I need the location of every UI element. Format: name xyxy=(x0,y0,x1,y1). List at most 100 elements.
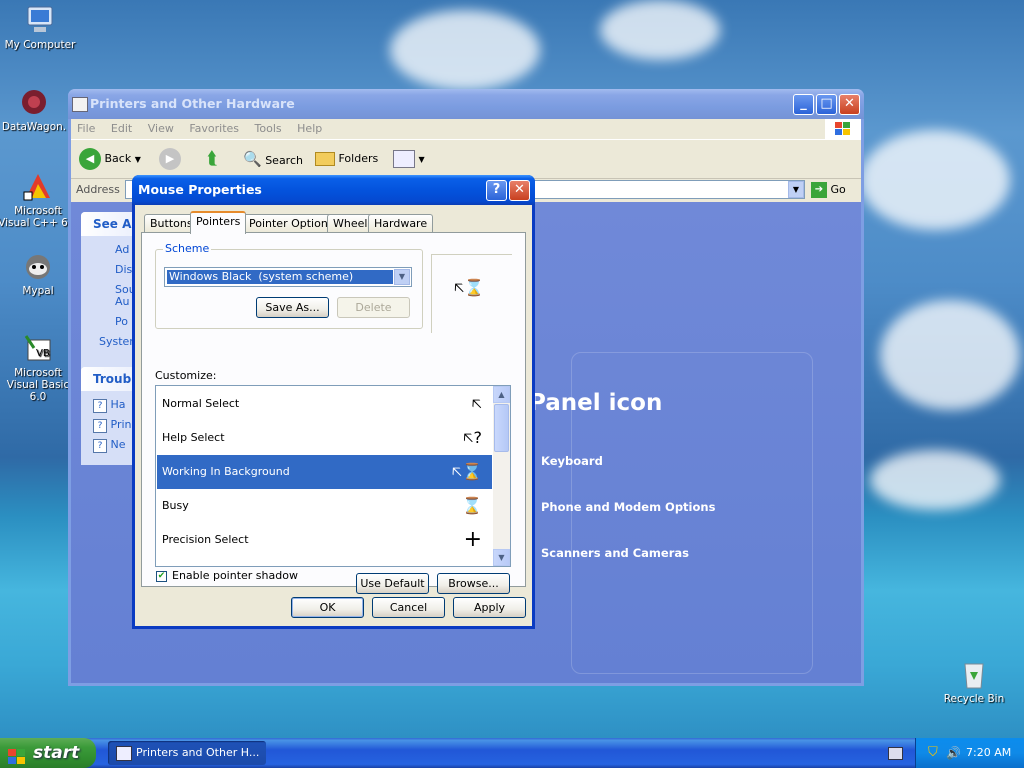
menu-view[interactable]: View xyxy=(142,119,180,135)
dialog-body: Buttons Pointers Pointer Options Wheel H… xyxy=(135,205,532,626)
keyboard-icon[interactable] xyxy=(888,747,903,760)
go-label: Go xyxy=(830,183,846,196)
explorer-titlebar[interactable]: Printers and Other Hardware _ □ ✕ xyxy=(68,89,864,119)
visual-basic-icon: VB xyxy=(22,332,54,364)
back-button[interactable]: ◀ Back ▼ xyxy=(79,148,141,170)
explorer-close-button[interactable]: ✕ xyxy=(839,94,860,115)
chevron-down-icon: ▼ xyxy=(418,155,425,164)
views-grid-icon xyxy=(393,150,415,168)
use-default-button[interactable]: Use Default xyxy=(356,573,429,594)
taskbar: start Printers and Other H... ⛉ 🔊 7:20 A… xyxy=(0,738,1024,768)
desktop-icon-visual-cpp[interactable]: Microsoft Visual C++ 6.0 xyxy=(0,170,78,229)
printer-folder-icon xyxy=(116,746,132,761)
pointer-shadow-checkbox[interactable]: ✔ xyxy=(156,571,167,582)
help-button[interactable]: ? xyxy=(486,180,507,201)
cloud xyxy=(600,0,720,60)
dialog-title: Mouse Properties xyxy=(138,182,262,197)
list-item-precision-select[interactable]: Precision Select + xyxy=(157,523,492,557)
address-label: Address xyxy=(76,183,120,196)
working-pointer-preview-icon: 🡤⌛ xyxy=(454,278,485,297)
svg-text:VB: VB xyxy=(36,348,50,359)
apply-button[interactable]: Apply xyxy=(453,597,526,618)
desktop-icon-datawagon[interactable]: DataWagon. xyxy=(0,86,74,133)
desktop-icon-label: Mypal xyxy=(22,285,54,297)
desktop-icon-visual-basic[interactable]: VB Microsoft Visual Basic 6.0 xyxy=(0,332,78,403)
maximize-button[interactable]: □ xyxy=(816,94,837,115)
scroll-up-button[interactable]: ▲ xyxy=(493,386,510,403)
menu-favorites[interactable]: Favorites xyxy=(183,119,245,135)
views-button[interactable]: ▼ xyxy=(393,148,425,170)
taskbar-button-label: Printers and Other H... xyxy=(136,746,260,759)
volume-icon[interactable]: 🔊 xyxy=(946,738,961,768)
panel-link-keyboard[interactable]: Keyboard xyxy=(541,454,603,468)
search-button[interactable]: 🔍 Search xyxy=(243,148,303,170)
dialog-titlebar[interactable]: Mouse Properties ? ✕ xyxy=(132,175,535,205)
list-item-help-select[interactable]: Help Select 🡤? xyxy=(157,421,492,455)
panel-link-phone-modem[interactable]: Phone and Modem Options xyxy=(541,500,715,514)
go-arrow-icon: ➔ xyxy=(811,182,827,198)
save-as-button[interactable]: Save As... xyxy=(256,297,329,318)
browse-button[interactable]: Browse... xyxy=(437,573,510,594)
start-button[interactable]: start xyxy=(0,738,96,768)
mouse-properties-dialog: Mouse Properties ? ✕ Buttons Pointers Po… xyxy=(132,175,535,629)
menu-tools[interactable]: Tools xyxy=(249,119,288,135)
cloud xyxy=(860,130,1010,230)
tab-pointers[interactable]: Pointers xyxy=(190,211,247,234)
cloud xyxy=(880,300,1020,410)
arrow-pointer-icon: 🡤 xyxy=(471,394,482,413)
working-pointer-icon: 🡤⌛ xyxy=(451,462,482,481)
scheme-label: Scheme xyxy=(163,242,212,255)
go-button[interactable]: ➔ Go xyxy=(811,180,846,200)
tab-hardware[interactable]: Hardware xyxy=(368,214,434,232)
delete-button[interactable]: Delete xyxy=(337,297,410,318)
minimize-button[interactable]: _ xyxy=(793,94,814,115)
security-shield-icon[interactable]: ⛉ xyxy=(928,738,938,768)
hourglass-icon: ⌛ xyxy=(462,496,482,515)
desktop-icon-recycle-bin[interactable]: Recycle Bin xyxy=(934,658,1014,705)
forward-button[interactable]: ▶ xyxy=(159,148,181,170)
menu-help[interactable]: Help xyxy=(291,119,328,135)
list-item-normal-select[interactable]: Normal Select 🡤 xyxy=(157,387,492,421)
desktop-icon-my-computer[interactable]: My Computer xyxy=(0,4,80,51)
menu-file[interactable]: File xyxy=(71,119,101,135)
folders-label: Folders xyxy=(338,152,379,165)
cloud xyxy=(870,450,1000,510)
list-item-busy[interactable]: Busy ⌛ xyxy=(157,489,492,523)
menu-bar: File Edit View Favorites Tools Help xyxy=(71,119,861,140)
tab-wheel[interactable]: Wheel xyxy=(327,214,374,232)
mypal-raccoon-icon xyxy=(22,250,54,282)
desktop-icon-label: Microsoft Visual Basic 6.0 xyxy=(6,367,70,403)
list-item-working-in-background[interactable]: Working In Background 🡤⌛ xyxy=(157,455,492,489)
chevron-down-icon[interactable]: ▼ xyxy=(394,269,410,285)
back-arrow-icon: ◀ xyxy=(79,148,101,170)
clock[interactable]: 7:20 AM xyxy=(966,738,1011,768)
folders-button[interactable]: Folders xyxy=(315,148,378,170)
taskbar-button-printers[interactable]: Printers and Other H... xyxy=(108,741,266,765)
tab-pointer-options[interactable]: Pointer Options xyxy=(243,214,340,232)
windows-logo-icon xyxy=(825,119,861,139)
scheme-group: Scheme Windows Black (system scheme) ▼ S… xyxy=(155,242,423,329)
ok-button[interactable]: OK xyxy=(291,597,364,618)
list-scrollbar[interactable]: ▲ ▼ xyxy=(493,386,510,566)
help-icon: ? xyxy=(93,439,107,453)
cloud xyxy=(390,10,540,90)
scheme-value: Windows Black (system scheme) xyxy=(167,270,393,284)
address-dropdown-button[interactable]: ▼ xyxy=(788,181,804,198)
scroll-thumb[interactable] xyxy=(494,404,509,452)
scroll-down-button[interactable]: ▼ xyxy=(493,549,510,566)
pointer-list[interactable]: Normal Select 🡤 Help Select 🡤? Working I… xyxy=(155,385,511,567)
cancel-button[interactable]: Cancel xyxy=(372,597,445,618)
panel-link-scanners[interactable]: Scanners and Cameras xyxy=(541,546,689,560)
menu-edit[interactable]: Edit xyxy=(105,119,138,135)
up-folder-button[interactable]: ⮬ xyxy=(207,148,218,170)
dialog-close-button[interactable]: ✕ xyxy=(509,180,530,201)
scheme-select[interactable]: Windows Black (system scheme) ▼ xyxy=(164,267,412,287)
desktop-icon-mypal[interactable]: Mypal xyxy=(0,250,78,297)
recycle-bin-icon xyxy=(958,658,990,690)
chevron-down-icon: ▼ xyxy=(134,155,141,164)
panel-heading: Panel icon xyxy=(529,390,663,416)
system-tray: ⛉ 🔊 7:20 AM xyxy=(915,738,1024,768)
forward-arrow-icon: ▶ xyxy=(159,148,181,170)
help-icon: ? xyxy=(93,399,107,413)
desktop-icon-label: Recycle Bin xyxy=(943,693,1005,705)
